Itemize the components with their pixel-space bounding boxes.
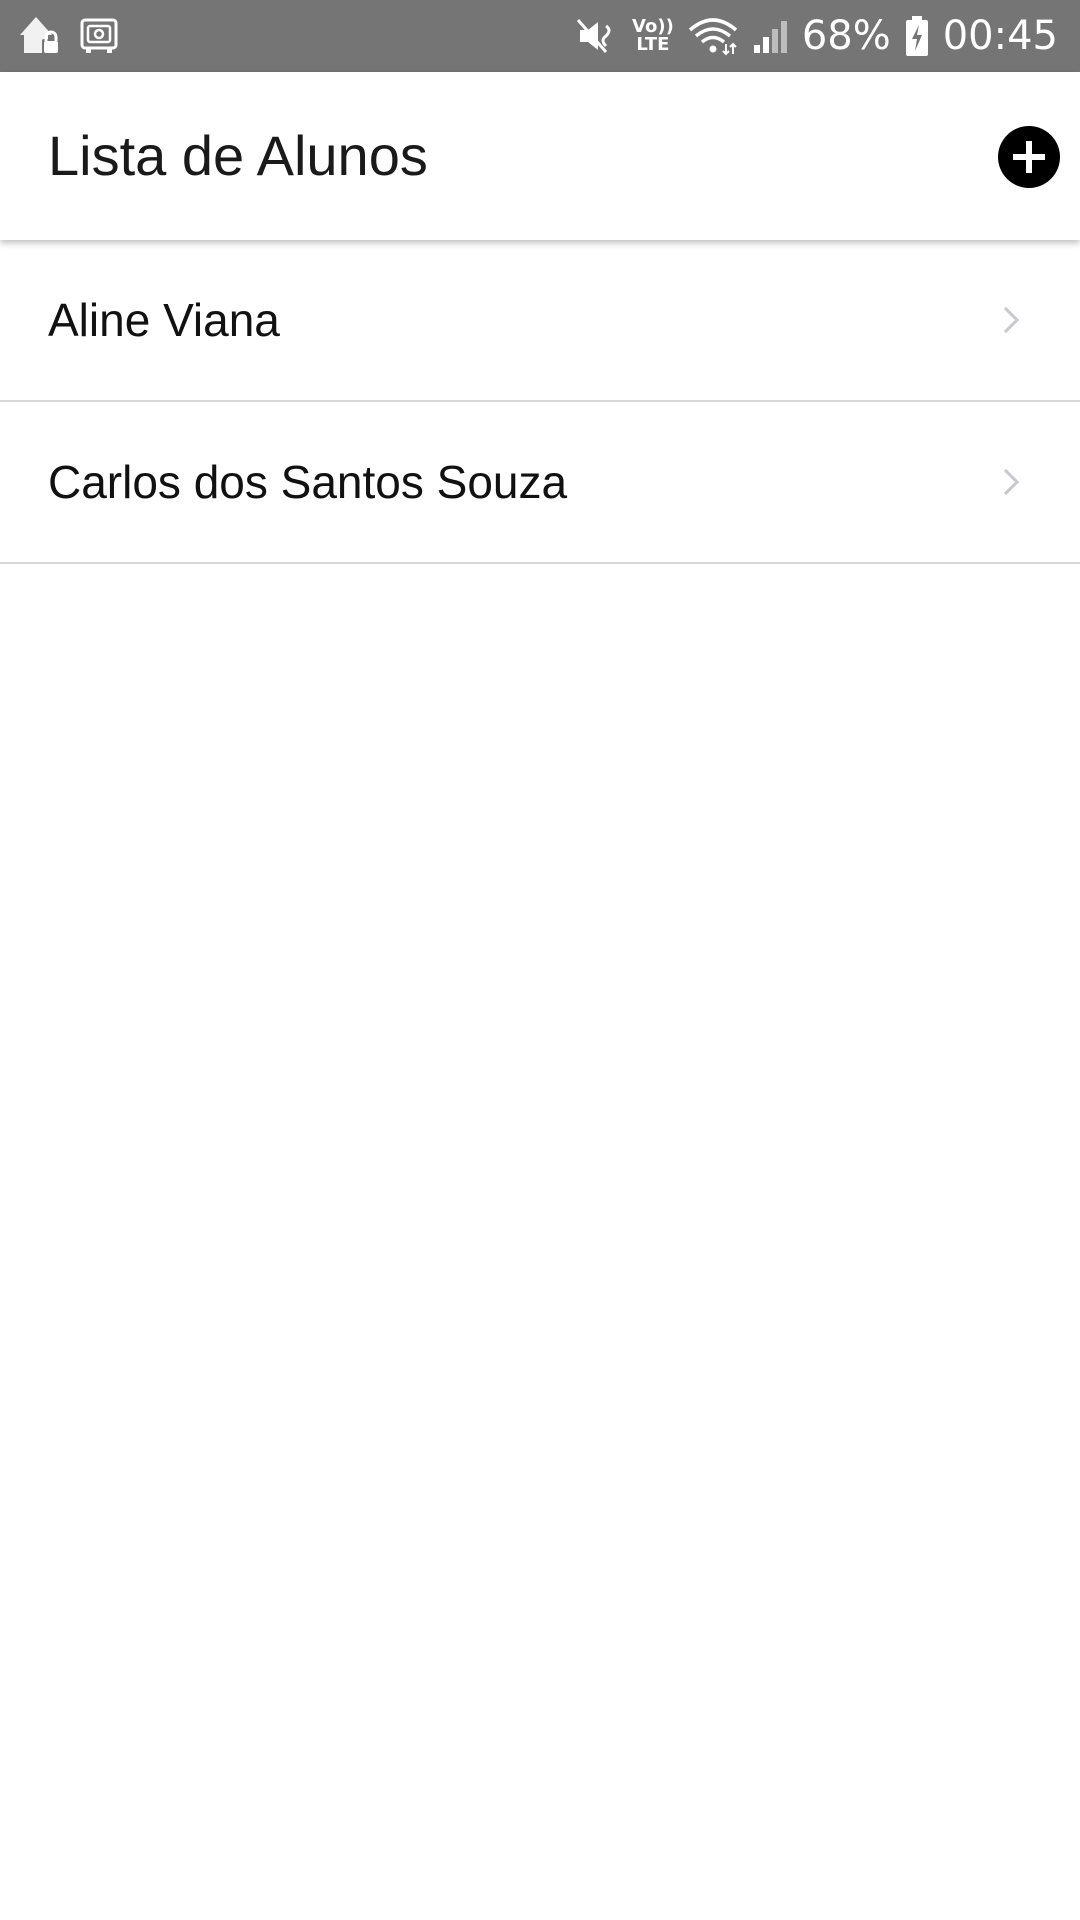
clock-time: 00:45 bbox=[942, 13, 1058, 59]
chevron-right-icon bbox=[1003, 306, 1020, 334]
battery-percent: 68% bbox=[801, 13, 891, 59]
wifi-icon bbox=[688, 16, 738, 56]
page-title: Lista de Alunos bbox=[48, 124, 428, 187]
mute-icon bbox=[576, 16, 618, 56]
battery-charging-icon bbox=[905, 15, 929, 57]
add-student-button[interactable] bbox=[998, 126, 1060, 188]
status-left-icons bbox=[18, 15, 136, 57]
location-lock-icon bbox=[18, 15, 62, 57]
signal-icon bbox=[752, 17, 788, 55]
app-bar: Lista de Alunos bbox=[0, 72, 1080, 240]
volte-bottom-label: LTE bbox=[636, 34, 670, 55]
safe-icon bbox=[80, 17, 118, 55]
student-name: Carlos dos Santos Souza bbox=[48, 456, 568, 508]
student-list: Aline Viana Carlos dos Santos Souza bbox=[0, 240, 1080, 564]
list-item[interactable]: Aline Viana bbox=[0, 240, 1080, 402]
volte-icon: Vo)) LTE bbox=[632, 18, 674, 54]
status-right-icons: Vo)) LTE 68% 00:45 bbox=[562, 13, 1058, 59]
status-bar: Vo)) LTE 68% 00:45 bbox=[0, 0, 1080, 72]
list-item[interactable]: Carlos dos Santos Souza bbox=[0, 402, 1080, 564]
student-name: Aline Viana bbox=[48, 294, 280, 346]
plus-icon bbox=[1013, 141, 1045, 173]
chevron-right-icon bbox=[1003, 468, 1020, 496]
